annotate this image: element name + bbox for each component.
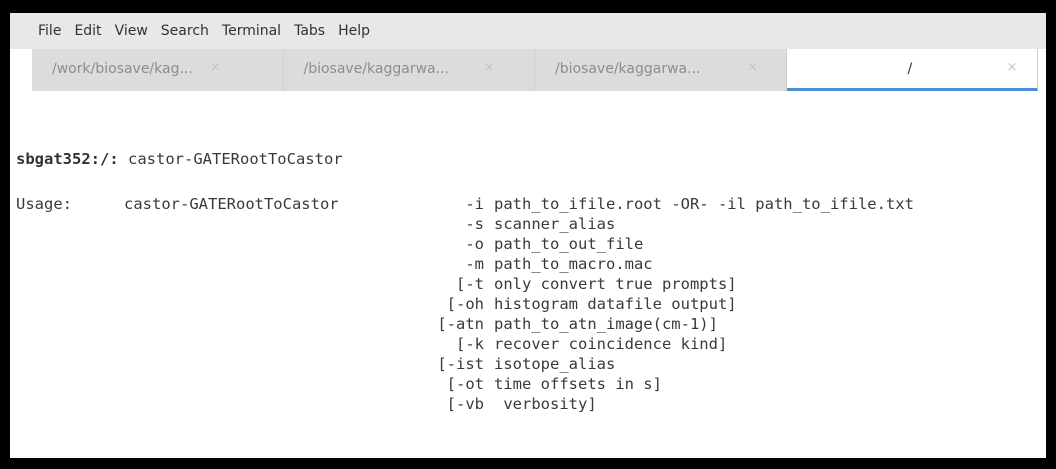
option-flag: [-oh: [446, 295, 484, 313]
option-row: -o path_to_out_file: [428, 235, 643, 253]
option-desc: scanner_alias: [494, 215, 616, 233]
option-row: [-vb verbosity]: [428, 395, 597, 413]
menu-file[interactable]: File: [38, 23, 61, 39]
option-row: [-k recover coincidence kind]: [428, 335, 727, 353]
tab-bar: /work/biosave/kag... × /biosave/kaggarwa…: [32, 49, 1038, 91]
close-icon[interactable]: ×: [1007, 60, 1018, 75]
option-row: [-ot time offsets in s]: [428, 375, 662, 393]
option-flag: -o: [465, 235, 484, 253]
menu-tabs[interactable]: Tabs: [294, 23, 325, 39]
close-icon[interactable]: ×: [484, 60, 495, 75]
tab-label: /: [907, 61, 913, 77]
menu-view[interactable]: View: [115, 23, 148, 39]
command-text: castor-GATERootToCastor: [128, 150, 343, 168]
usage-label: Usage:: [16, 195, 72, 213]
option-flag: [-ist: [437, 355, 484, 373]
tab-label: /work/biosave/kag...: [52, 61, 193, 77]
option-flag: -i: [465, 195, 484, 213]
tab-1[interactable]: /work/biosave/kag... ×: [32, 49, 284, 91]
option-row: [-oh histogram datafile output]: [428, 295, 737, 313]
option-flag: [-ot: [446, 375, 484, 393]
option-row: [-ist isotope_alias: [428, 355, 615, 373]
option-row: [-t only convert true prompts]: [428, 275, 737, 293]
prompt-line: sbgat352:/: castor-GATERootToCastor: [16, 150, 343, 168]
option-desc: histogram datafile output]: [494, 295, 737, 313]
tab-2[interactable]: /biosave/kaggarwa... ×: [283, 49, 535, 91]
option-desc: isotope_alias: [494, 355, 616, 373]
option-row: -i path_to_ifile.root -OR- -il path_to_if…: [428, 195, 914, 213]
option-desc: recover coincidence kind]: [494, 335, 728, 353]
option-desc: path_to_ifile.root -OR- -il path_to_ifil…: [494, 195, 914, 213]
menu-search[interactable]: Search: [161, 23, 209, 39]
option-flag: -s: [465, 215, 484, 233]
option-flag: [-vb: [446, 395, 484, 413]
menu-terminal[interactable]: Terminal: [222, 23, 281, 39]
option-row: [-atn path_to_atn_image(cm-1)]: [428, 315, 718, 333]
option-flag: [-t: [456, 275, 484, 293]
option-flag: [-k: [456, 335, 484, 353]
option-desc: time offsets in s]: [494, 375, 662, 393]
terminal-window: File Edit View Search Terminal Tabs Help…: [10, 13, 1046, 458]
menu-edit[interactable]: Edit: [74, 23, 101, 39]
option-flag: -m: [465, 255, 484, 273]
tab-4-active[interactable]: / ×: [786, 49, 1038, 91]
option-row: -m path_to_macro.mac: [428, 255, 653, 273]
tab-label: /biosave/kaggarwa...: [555, 61, 701, 77]
option-desc: path_to_macro.mac: [494, 255, 653, 273]
terminal-output[interactable]: sbgat352:/: castor-GATERootToCastor Usag…: [10, 91, 1046, 458]
tab-label: /biosave/kaggarwa...: [303, 61, 449, 77]
menubar: File Edit View Search Terminal Tabs Help: [10, 13, 1046, 49]
menu-help[interactable]: Help: [338, 23, 370, 39]
option-desc: path_to_atn_image(cm-1)]: [494, 315, 718, 333]
close-icon[interactable]: ×: [747, 60, 758, 75]
option-row: -s scanner_alias: [428, 215, 615, 233]
option-desc: verbosity]: [494, 395, 597, 413]
screenshot-frame: File Edit View Search Terminal Tabs Help…: [0, 0, 1056, 469]
option-desc: path_to_out_file: [494, 235, 644, 253]
usage-command: castor-GATERootToCastor: [124, 195, 339, 213]
option-desc: only convert true prompts]: [494, 275, 737, 293]
close-icon[interactable]: ×: [210, 60, 221, 75]
option-flag: [-atn: [437, 315, 484, 333]
shell-prompt: sbgat352:/:: [16, 150, 119, 168]
tab-3[interactable]: /biosave/kaggarwa... ×: [535, 49, 787, 91]
